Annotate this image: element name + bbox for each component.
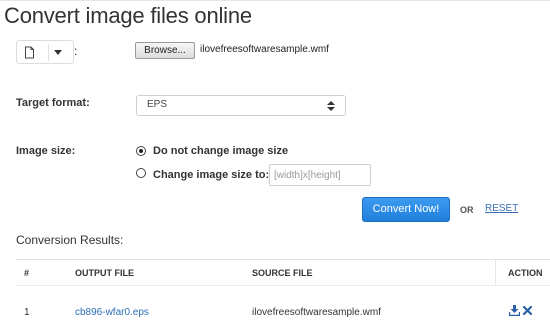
reset-link[interactable]: RESET [485,203,518,214]
row-number: 1 [24,307,30,318]
source-colon: : [74,44,78,58]
delete-icon[interactable] [523,306,532,315]
column-header-number: # [24,268,30,278]
table-top-border [16,259,550,260]
column-header-action: ACTION [508,268,543,278]
or-separator: OR [460,205,474,215]
source-file-name: ilovefreesoftwaresample.wmf [252,307,381,318]
table-header-border [16,285,550,286]
image-size-label: Image size: [16,145,76,157]
sort-arrows-icon [327,101,335,111]
keep-size-label[interactable]: Do not change image size [153,145,288,157]
file-icon [25,46,34,59]
column-header-output: OUTPUT FILE [75,268,134,278]
dimensions-input[interactable] [269,164,371,186]
source-selector[interactable] [16,40,74,64]
selector-separator [48,44,49,61]
change-size-radio[interactable] [136,168,146,178]
convert-now-button[interactable]: Convert Now! [362,197,450,222]
column-header-source: SOURCE FILE [252,268,313,278]
keep-size-radio[interactable] [136,146,146,156]
selected-filename: ilovefreesoftwaresample.wmf [200,44,329,55]
change-size-label[interactable]: Change image size to: [153,169,269,181]
browse-button[interactable]: Browse... [135,42,195,59]
table-column-divider [495,259,496,285]
caret-down-icon[interactable] [54,50,62,55]
top-divider [0,0,550,1]
target-format-label: Target format: [16,97,90,109]
target-format-select[interactable]: EPS [136,95,346,116]
download-icon[interactable] [509,305,520,316]
target-format-value: EPS [147,99,168,110]
output-file-link[interactable]: cb896-wfar0.eps [75,307,149,318]
results-heading: Conversion Results: [16,233,124,247]
page-title: Convert image files online [4,3,252,28]
